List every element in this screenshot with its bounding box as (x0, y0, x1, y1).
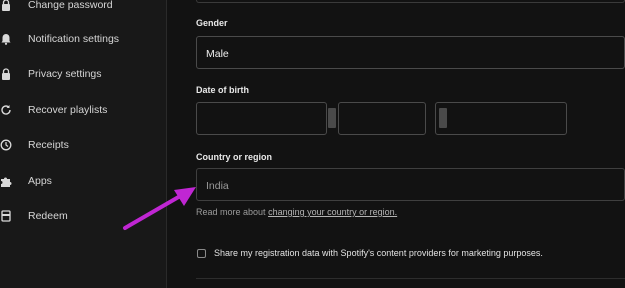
lock-icon (0, 67, 14, 81)
dob-day-input[interactable] (196, 102, 327, 135)
read-more-prefix: Read more about (196, 207, 266, 217)
sidebar-item-notification-settings[interactable]: Notification settings (0, 24, 166, 54)
bell-icon (0, 32, 14, 46)
main-panel: Gender Male Date of birth Country or reg… (166, 0, 625, 288)
card-icon (0, 209, 14, 223)
country-value: India (206, 180, 229, 192)
annotation-arrow (123, 187, 196, 230)
sidebar-item-label: Notification settings (28, 33, 120, 45)
sidebar-item-receipts[interactable]: Receipts (0, 130, 166, 160)
date-of-birth-label: Date of birth (196, 85, 249, 95)
sidebar-item-label: Privacy settings (28, 68, 102, 80)
sidebar-item-label: Receipts (28, 139, 69, 151)
gender-label: Gender (196, 18, 228, 28)
refresh-icon (0, 103, 14, 117)
dob-spinner-handle (439, 108, 447, 128)
sidebar-item-label: Recover playlists (28, 104, 108, 116)
sidebar-item-label: Redeem (28, 210, 68, 222)
puzzle-icon (0, 174, 14, 188)
divider (196, 278, 625, 279)
country-label: Country or region (196, 152, 272, 162)
sidebar-item-recover-playlists[interactable]: Recover playlists (0, 95, 166, 125)
sidebar-item-change-password[interactable]: Change password (0, 0, 166, 20)
sidebar-item-privacy-settings[interactable]: Privacy settings (0, 59, 166, 89)
gender-select[interactable]: Male (196, 36, 625, 69)
lock-icon (0, 0, 14, 12)
gender-value: Male (206, 48, 229, 60)
country-select[interactable]: India (196, 168, 625, 201)
sidebar-item-label: Change password (28, 0, 113, 11)
previous-field-edge (196, 0, 625, 3)
dob-month-select[interactable] (338, 102, 426, 135)
clock-icon (0, 138, 14, 152)
share-data-checkbox[interactable] (197, 249, 206, 258)
sidebar-item-label: Apps (28, 175, 52, 187)
dob-spinner-handle (328, 108, 336, 128)
sidebar: Change password Notification settings Pr… (0, 0, 167, 288)
dob-year-input[interactable] (435, 102, 567, 135)
share-data-label: Share my registration data with Spotify'… (214, 248, 543, 258)
read-more-text: Read more about changing your country or… (196, 207, 397, 217)
change-country-link[interactable]: changing your country or region. (268, 207, 397, 217)
